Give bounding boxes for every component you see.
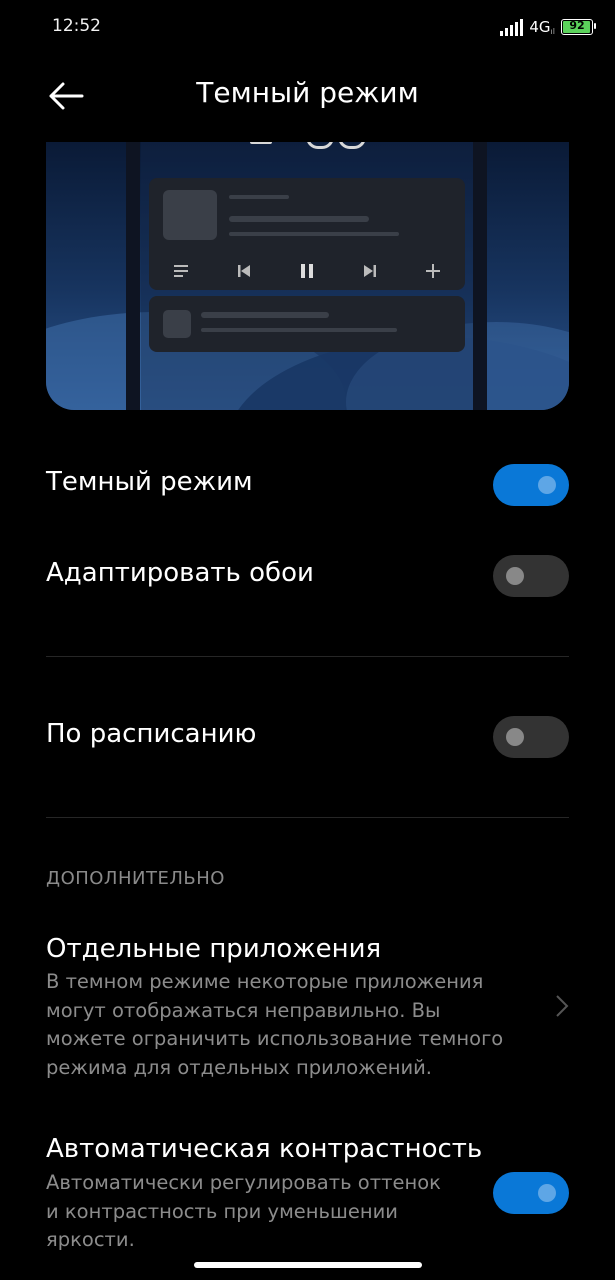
schedule-label: По расписанию <box>46 719 257 749</box>
dark-mode-label: Темный режим <box>46 467 253 497</box>
desc-line: В темном режиме некоторые приложения <box>46 970 484 993</box>
adapt-wallpaper-label: Адаптировать обои <box>46 558 314 588</box>
desc-line: можете ограничить использование темного <box>46 1027 504 1050</box>
add-icon <box>426 264 440 278</box>
dark-mode-preview <box>46 142 569 410</box>
notification-card <box>149 296 465 352</box>
desc-line: и контрастность при уменьшении <box>46 1199 398 1223</box>
auto-contrast-toggle[interactable] <box>493 1172 569 1214</box>
battery-icon: 92 <box>561 19 596 35</box>
playlist-icon <box>174 265 188 277</box>
divider <box>46 656 569 657</box>
status-icons: 4Gıl 92 <box>500 16 596 38</box>
pause-icon <box>301 264 313 278</box>
signal-icon <box>500 18 524 36</box>
network-type: 4Gıl <box>529 18 555 36</box>
divider <box>46 817 569 818</box>
separate-apps-description: В темном режиме некоторые приложения мог… <box>46 968 503 1082</box>
auto-contrast-title: Автоматическая контрастность <box>46 1134 483 1164</box>
section-header-additional: ДОПОЛНИТЕЛЬНО <box>46 868 225 889</box>
chevron-right-icon <box>556 995 569 1017</box>
adapt-wallpaper-toggle[interactable] <box>493 555 569 597</box>
separate-apps-item[interactable]: Отдельные приложения В темном режиме нек… <box>0 928 615 1084</box>
next-icon <box>364 265 376 277</box>
status-time: 12:52 <box>52 16 101 36</box>
previous-icon <box>238 265 250 277</box>
home-indicator[interactable] <box>194 1262 422 1268</box>
desc-line: яркости. <box>46 1228 135 1251</box>
network-sub: ıl <box>550 27 555 36</box>
separate-apps-title: Отдельные приложения <box>46 934 382 964</box>
desc-line: режима для отдельных приложений. <box>46 1055 433 1079</box>
media-player-card <box>149 178 465 290</box>
network-label: 4G <box>529 18 551 36</box>
desc-line: могут отображаться неправильно. Вы <box>46 998 441 1022</box>
desc-line: Автоматически регулировать оттенок <box>46 1171 441 1194</box>
dark-mode-toggle[interactable] <box>493 464 569 506</box>
schedule-toggle[interactable] <box>493 716 569 758</box>
battery-level: 92 <box>569 19 585 32</box>
page-title: Темный режим <box>196 76 419 109</box>
auto-contrast-description: Автоматически регулировать оттенок и кон… <box>46 1169 441 1255</box>
